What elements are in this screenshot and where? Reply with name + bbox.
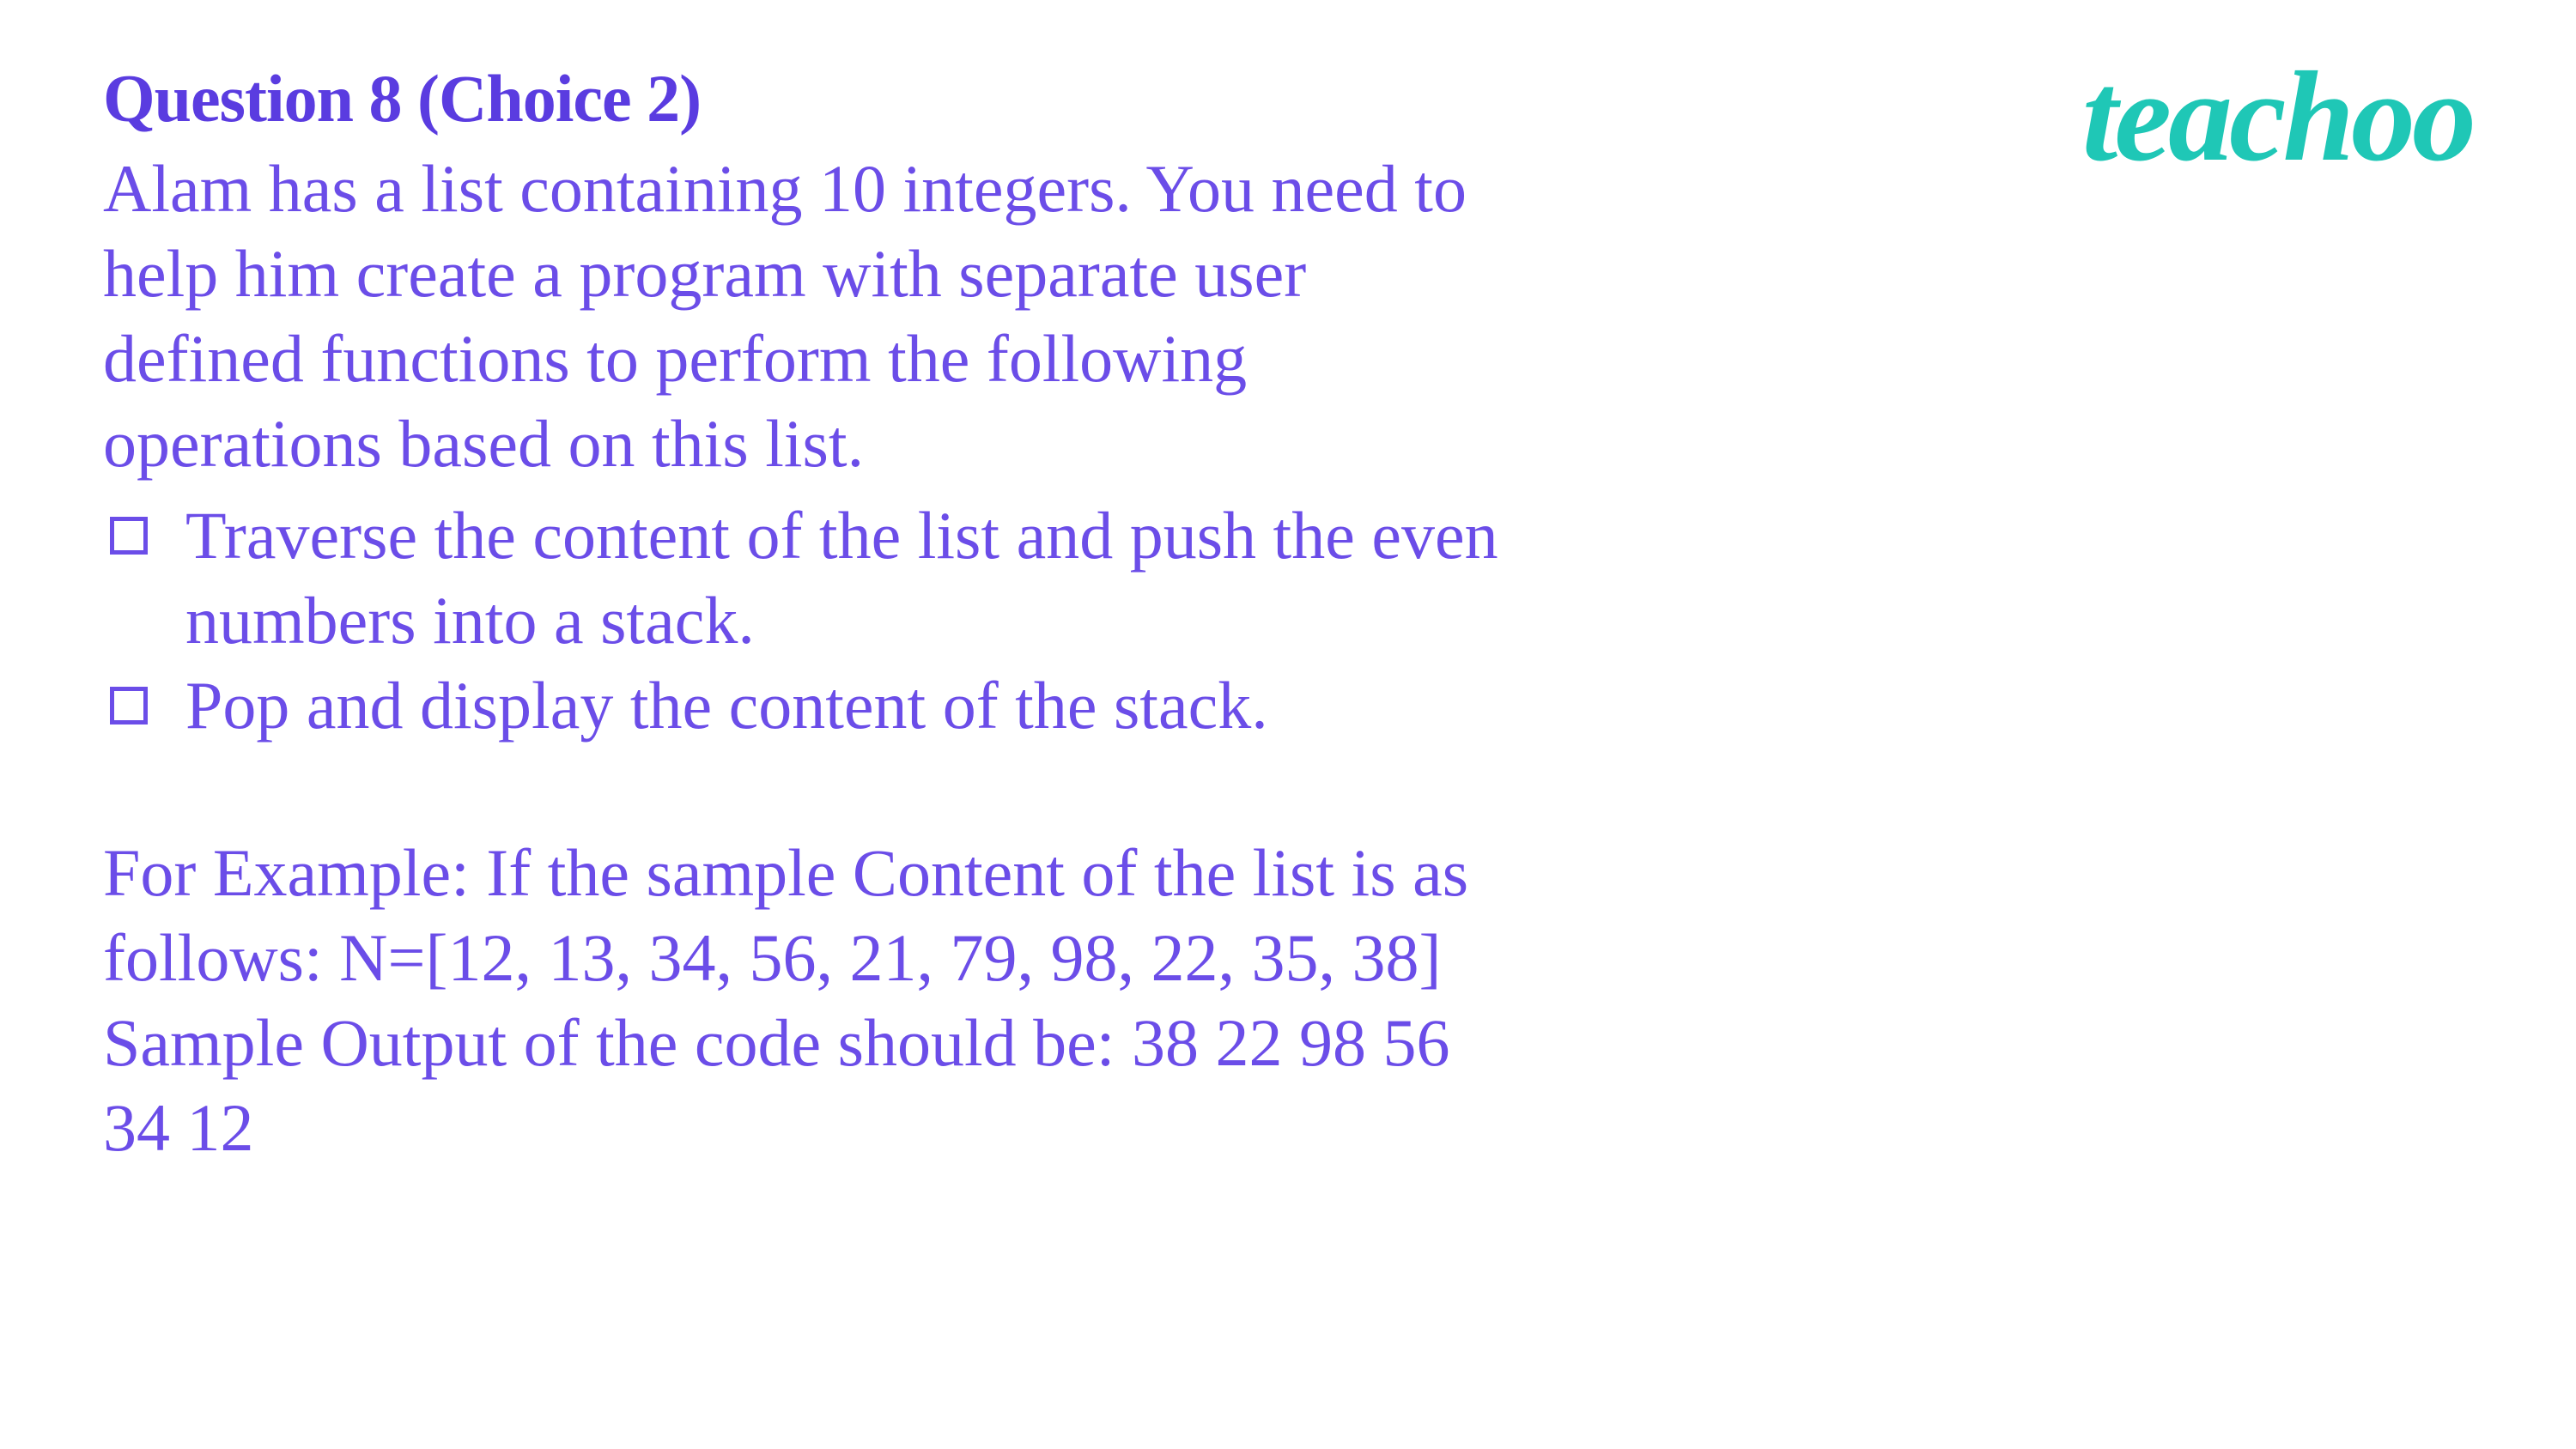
bullet-text: Pop and display the content of the stack… — [185, 663, 1511, 748]
bullet-text: Traverse the content of the list and pus… — [185, 493, 1511, 663]
square-bullet-icon — [110, 517, 148, 555]
square-bullet-icon — [110, 687, 148, 724]
list-item: Pop and display the content of the stack… — [103, 663, 1511, 748]
question-content: Question 8 (Choice 2) Alam has a list co… — [103, 60, 1511, 1171]
question-intro: Alam has a list containing 10 integers. … — [103, 146, 1511, 486]
bullet-list: Traverse the content of the list and pus… — [103, 493, 1511, 748]
example-text: For Example: If the sample Content of th… — [103, 830, 1511, 1170]
list-item: Traverse the content of the list and pus… — [103, 493, 1511, 663]
teachoo-logo: teachoo — [2082, 43, 2473, 191]
question-title: Question 8 (Choice 2) — [103, 60, 1511, 137]
